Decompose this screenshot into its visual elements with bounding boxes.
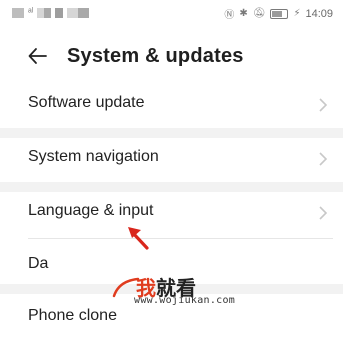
mute-icon: 🔕︎ [252, 8, 266, 19]
settings-item-label: Da [28, 255, 49, 272]
watermark-logo: 我就看 www.wojiukan.com [110, 272, 280, 308]
nfc-icon: Ⓝ [224, 10, 235, 21]
row-divider [28, 238, 333, 239]
notification-icon [12, 7, 24, 18]
blurred-icon [37, 7, 52, 18]
settings-item-language-input[interactable]: Language & input [10, 187, 343, 239]
status-time: 14:09 [305, 7, 333, 20]
back-button[interactable] [26, 44, 50, 68]
signal-icon: ᵃˡ [28, 7, 34, 18]
blurred-icon [55, 7, 64, 18]
status-notifications: ᵃˡ [12, 7, 90, 18]
settings-item-label: Phone clone [28, 307, 117, 324]
back-arrow-icon [28, 48, 47, 64]
chevron-right-icon [319, 206, 328, 220]
chevron-right-icon [319, 152, 328, 166]
status-bar: ᵃˡ Ⓝ ✱ 🔕︎ ⚡︎ 14:09 [0, 0, 343, 30]
charging-icon: ⚡︎ [293, 8, 301, 19]
header: System & updates [0, 36, 343, 80]
status-system-icons: Ⓝ ✱ 🔕︎ ⚡︎ 14:09 [224, 6, 333, 22]
watermark-url: www.wojiukan.com [134, 295, 236, 306]
settings-item-system-navigation[interactable]: System navigation [10, 133, 343, 185]
bluetooth-icon: ✱ [239, 8, 248, 19]
settings-item-software-update[interactable]: Software update [10, 79, 343, 131]
annotation-arrow-icon [128, 227, 149, 250]
settings-item-label: Language & input [28, 202, 154, 219]
settings-item-label: System navigation [28, 148, 159, 165]
settings-item-label: Software update [28, 94, 145, 111]
battery-icon [270, 8, 289, 19]
chevron-right-icon [319, 98, 328, 112]
page-title: System & updates [67, 45, 244, 67]
blurred-icon [67, 7, 90, 18]
